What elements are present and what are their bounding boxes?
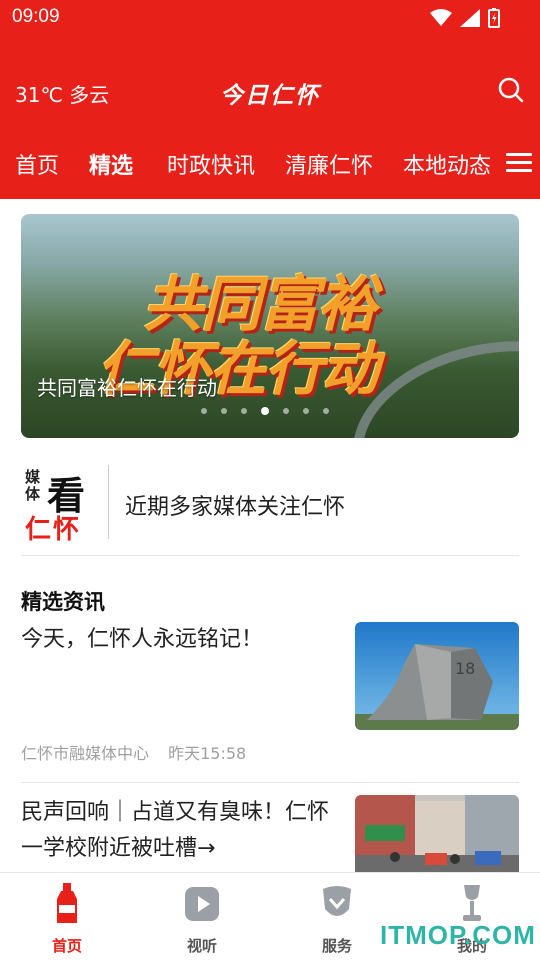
tab-clean-renhuai[interactable]: 清廉仁怀 xyxy=(285,148,373,180)
carousel-dot[interactable] xyxy=(303,408,309,414)
media-logo: 媒体 看 仁怀 xyxy=(25,468,95,546)
signal-icon xyxy=(460,9,480,27)
battery-icon xyxy=(488,8,500,28)
news-source: 仁怀市融媒体中心 xyxy=(21,744,150,763)
nav-services[interactable]: 服务 xyxy=(297,881,377,956)
banner-caption: 共同富裕仁怀在行动 xyxy=(37,376,217,400)
nav-services-label: 服务 xyxy=(321,937,352,955)
carousel-dot[interactable] xyxy=(323,408,329,414)
tab-local-news[interactable]: 本地动态 xyxy=(403,148,491,180)
media-logo-top: 媒体 xyxy=(25,468,41,503)
news-item[interactable]: 今天，仁怀人永远铭记！ 18 仁怀市融媒体中心 昨天15:58 xyxy=(21,622,519,772)
carousel-indicator xyxy=(201,407,329,415)
carousel-dot[interactable] xyxy=(283,408,289,414)
news-meta: 仁怀市融媒体中心 昨天15:58 xyxy=(21,740,260,764)
media-feature[interactable]: 媒体 看 仁怀 近期多家媒体关注仁怀 xyxy=(21,463,519,553)
app-header: 31℃ 多云 今日仁怀 xyxy=(0,70,540,114)
status-time: 09:09 xyxy=(12,6,60,27)
app-logo: 今日仁怀 xyxy=(220,82,320,109)
bottle-icon xyxy=(57,883,77,923)
carousel-dot[interactable] xyxy=(221,408,227,414)
channel-tabs: 首页 精选 时政快讯 清廉仁怀 本地动态 xyxy=(0,140,540,186)
news-title: 今天，仁怀人永远铭记！ xyxy=(21,627,264,652)
menu-icon[interactable] xyxy=(506,150,532,176)
carousel-dot[interactable] xyxy=(201,408,207,414)
status-bar: 09:09 xyxy=(0,0,540,36)
service-icon xyxy=(323,886,351,916)
tab-politics-news[interactable]: 时政快讯 xyxy=(167,148,255,180)
media-feature-text: 近期多家媒体关注仁怀 xyxy=(125,495,346,520)
monument-photo: 18 xyxy=(355,622,519,730)
divider xyxy=(21,555,519,556)
wifi-icon xyxy=(430,9,452,26)
profile-icon xyxy=(463,885,481,921)
watermark-text: ITMOP.COM xyxy=(380,920,536,950)
divider xyxy=(108,465,109,539)
nav-media[interactable]: 视听 xyxy=(162,881,242,956)
nav-home[interactable]: 首页 xyxy=(27,881,107,956)
nav-home-label: 首页 xyxy=(51,937,82,955)
tab-featured[interactable]: 精选 xyxy=(89,148,133,180)
play-icon xyxy=(185,887,219,921)
nav-media-label: 视听 xyxy=(186,937,217,955)
banner-carousel[interactable]: 共同富裕 仁怀在行动 共同富裕仁怀在行动 xyxy=(21,214,519,438)
svg-text:18: 18 xyxy=(455,659,475,678)
section-title: 精选资讯 xyxy=(21,590,105,614)
divider xyxy=(21,782,519,783)
header-area: 09:09 31℃ 多云 今日仁怀 首页 精选 时政快讯 清廉仁怀 本地动态 xyxy=(0,0,540,199)
news-time: 昨天15:58 xyxy=(168,744,247,763)
news-item[interactable]: 民声回响｜占道又有臭味！仁怀一学校附近被吐槽→ xyxy=(21,795,519,875)
carousel-dot[interactable] xyxy=(241,408,247,414)
news-title: 民声回响｜占道又有臭味！仁怀一学校附近被吐槽→ xyxy=(21,800,330,861)
tab-home[interactable]: 首页 xyxy=(15,148,59,180)
carousel-dot[interactable] xyxy=(261,407,269,415)
search-icon[interactable] xyxy=(498,77,524,103)
street-photo xyxy=(355,795,519,875)
media-logo-bottom: 仁怀 xyxy=(25,515,82,545)
